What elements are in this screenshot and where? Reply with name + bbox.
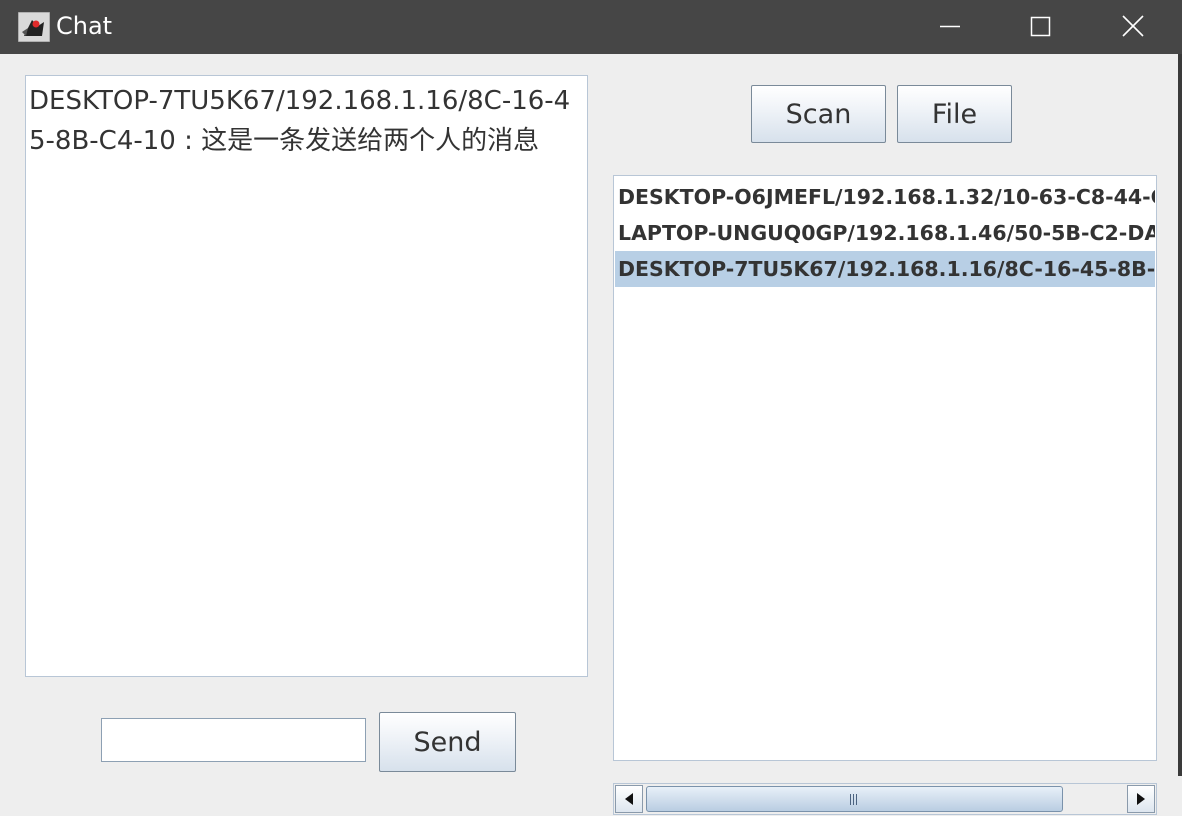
title-bar: Chat bbox=[0, 0, 1182, 54]
peer-list-horizontal-scrollbar[interactable] bbox=[613, 783, 1157, 815]
window-title: Chat bbox=[56, 12, 113, 40]
arrow-left-icon bbox=[625, 793, 633, 805]
window-content: DESKTOP-7TU5K67/192.168.1.16/8C-16-45-8B… bbox=[0, 54, 1182, 815]
file-button[interactable]: File bbox=[897, 85, 1012, 143]
scroll-right-button[interactable] bbox=[1127, 785, 1155, 813]
scroll-left-button[interactable] bbox=[615, 785, 643, 813]
window-edge bbox=[1178, 54, 1182, 776]
close-button[interactable] bbox=[1087, 0, 1179, 54]
chat-history[interactable]: DESKTOP-7TU5K67/192.168.1.16/8C-16-45-8B… bbox=[25, 75, 588, 677]
minimize-button[interactable] bbox=[903, 0, 995, 54]
scan-button[interactable]: Scan bbox=[751, 85, 886, 143]
maximize-icon bbox=[1030, 16, 1051, 37]
send-button[interactable]: Send bbox=[379, 712, 516, 772]
peer-list-item[interactable]: LAPTOP-UNGUQ0GP/192.168.1.46/50-5B-C2-DA… bbox=[615, 215, 1155, 251]
peer-list-item[interactable]: DESKTOP-O6JMEFL/192.168.1.32/10-63-C8-44… bbox=[615, 179, 1155, 215]
message-input[interactable] bbox=[101, 718, 366, 762]
scrollbar-thumb[interactable] bbox=[646, 786, 1063, 812]
java-duke-icon bbox=[18, 12, 50, 42]
grip-icon bbox=[850, 794, 857, 805]
maximize-button[interactable] bbox=[995, 0, 1087, 54]
peer-list-item-selected[interactable]: DESKTOP-7TU5K67/192.168.1.16/8C-16-45-8B… bbox=[615, 251, 1155, 287]
close-icon bbox=[1122, 15, 1144, 37]
chat-message: DESKTOP-7TU5K67/192.168.1.16/8C-16-45-8B… bbox=[29, 86, 571, 156]
peer-list[interactable]: DESKTOP-O6JMEFL/192.168.1.32/10-63-C8-44… bbox=[613, 175, 1157, 761]
arrow-right-icon bbox=[1137, 793, 1145, 805]
minimize-icon bbox=[940, 25, 960, 28]
